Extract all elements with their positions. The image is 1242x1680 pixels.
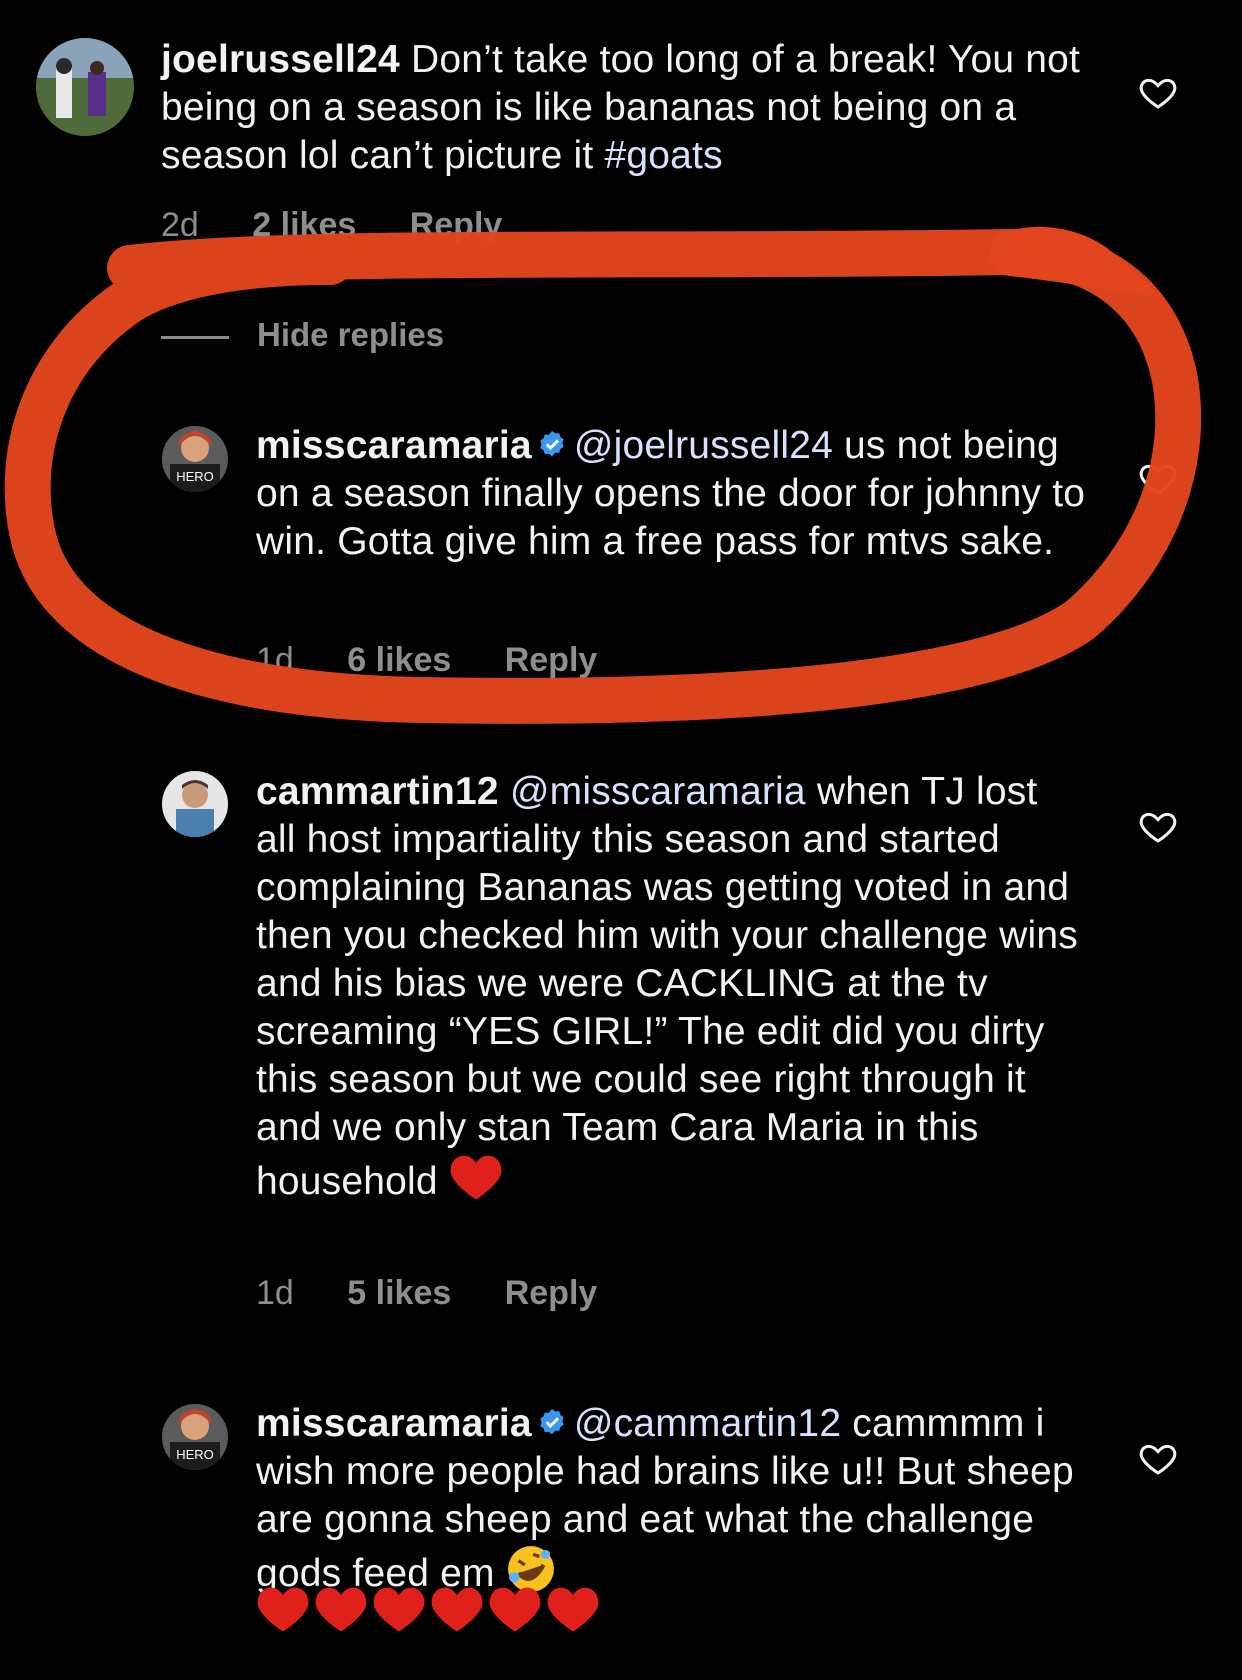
heart-icon[interactable] bbox=[1138, 806, 1178, 846]
avatar[interactable] bbox=[36, 38, 134, 136]
verified-badge-icon bbox=[540, 1409, 564, 1435]
likes-count[interactable]: 5 likes bbox=[347, 1274, 451, 1312]
timestamp: 2d bbox=[161, 206, 199, 244]
timestamp: 1d bbox=[256, 1274, 294, 1312]
username[interactable]: cammartin12 bbox=[256, 770, 499, 813]
mention-link[interactable]: @misscaramaria bbox=[510, 770, 806, 813]
likes-count[interactable]: 2 likes bbox=[252, 206, 356, 244]
heart-emoji-icon bbox=[431, 1587, 483, 1632]
comment-meta: 1d 6 likes Reply bbox=[256, 641, 641, 680]
heart-icon[interactable] bbox=[1138, 72, 1178, 112]
reply-button[interactable]: Reply bbox=[505, 641, 598, 679]
heart-emoji-row bbox=[256, 1584, 604, 1639]
avatar[interactable]: HERO bbox=[162, 1404, 228, 1470]
heart-emoji-icon bbox=[547, 1587, 599, 1632]
avatar-badge-text: HERO bbox=[176, 1447, 214, 1462]
heart-emoji-icon bbox=[373, 1587, 425, 1632]
mention-link[interactable]: @joelrussell24 bbox=[574, 424, 833, 467]
hide-replies-label: Hide replies bbox=[257, 316, 445, 353]
photo-avatar-icon bbox=[162, 771, 228, 837]
comment-body: cammartin12 @misscaramaria when TJ lost … bbox=[256, 768, 1086, 1206]
mention-link[interactable]: @cammartin12 bbox=[574, 1402, 841, 1445]
username[interactable]: joelrussell24 bbox=[161, 38, 400, 81]
avatar-badge-text: HERO bbox=[176, 469, 214, 484]
timestamp: 1d bbox=[256, 641, 294, 679]
hashtag-link[interactable]: #goats bbox=[605, 134, 723, 177]
username[interactable]: misscaramaria bbox=[256, 1402, 532, 1445]
heart-emoji-icon bbox=[489, 1587, 541, 1632]
heart-emoji-icon bbox=[450, 1155, 502, 1200]
photo-avatar-icon: HERO bbox=[162, 426, 228, 492]
avatar[interactable]: HERO bbox=[162, 426, 228, 492]
comment-body: misscaramaria @joelrussell24 us not being… bbox=[256, 422, 1086, 566]
comment-meta: 2d 2 likes Reply bbox=[161, 206, 546, 245]
photo-avatar-icon bbox=[36, 38, 134, 136]
heart-icon[interactable] bbox=[1138, 1438, 1178, 1478]
photo-avatar-icon: HERO bbox=[162, 1404, 228, 1470]
hide-replies-button[interactable]: Hide replies bbox=[161, 316, 444, 354]
comment-body: joelrussell24 Don’t take too long of a b… bbox=[161, 36, 1081, 180]
verified-badge-icon bbox=[540, 431, 564, 457]
avatar[interactable] bbox=[162, 771, 228, 837]
username[interactable]: misscaramaria bbox=[256, 424, 532, 467]
heart-emoji-icon bbox=[257, 1587, 309, 1632]
heart-emoji-icon bbox=[315, 1587, 367, 1632]
likes-count[interactable]: 6 likes bbox=[347, 641, 451, 679]
comment-text: when TJ lost all host impartiality this … bbox=[256, 770, 1078, 1203]
comment-body: misscaramaria @cammartin12 cammmm i wish … bbox=[256, 1400, 1086, 1598]
divider bbox=[161, 335, 229, 339]
heart-icon[interactable] bbox=[1138, 458, 1178, 498]
comment-meta: 1d 5 likes Reply bbox=[256, 1274, 641, 1313]
reply-button[interactable]: Reply bbox=[505, 1274, 598, 1312]
reply-button[interactable]: Reply bbox=[410, 206, 503, 244]
